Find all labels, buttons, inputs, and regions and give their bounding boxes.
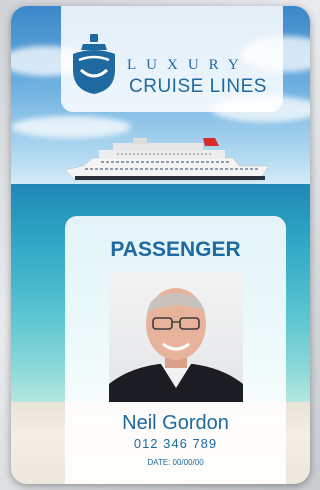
cruise-ship-image [64, 138, 270, 181]
role-label: PASSENGER [110, 238, 241, 261]
brand-logo-panel: LUXURY CRUISE LINES [61, 6, 283, 112]
issue-date: DATE: 00/00/00 [147, 458, 204, 467]
passenger-name: Neil Gordon [122, 412, 229, 434]
passenger-id-card: LUXURY CRUISE LINES PASSENGER Neil Gordo… [11, 6, 310, 484]
passenger-photo [109, 272, 243, 402]
passenger-id-number: 012 346 789 [133, 436, 218, 451]
passenger-info-panel: PASSENGER Neil Gordon 012 346 789 DATE: … [65, 216, 286, 484]
cruise-ship-logo-icon [73, 34, 115, 94]
brand-title-luxury: LUXURY [127, 57, 249, 73]
brand-title-cruise-lines: CRUISE LINES [129, 76, 267, 97]
